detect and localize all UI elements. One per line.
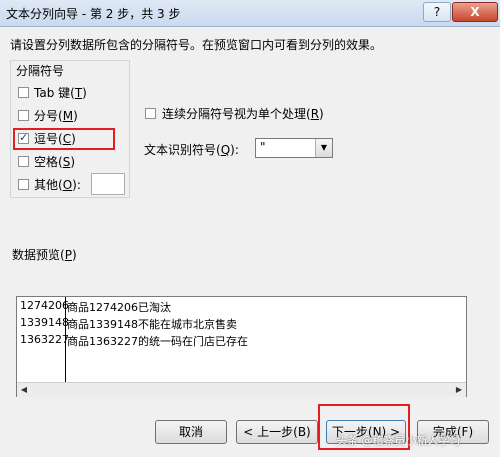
semicolon-label[interactable]: 分号(M) <box>34 107 78 124</box>
scroll-left-icon[interactable]: ◀ <box>17 383 31 397</box>
delimiters-legend: 分隔符号 <box>14 62 67 79</box>
preview-cell: 1363227 <box>20 333 69 346</box>
preview-cell: 1274206 <box>20 299 69 312</box>
preview-cell: 商品1363227的统一码在门店已存在 <box>67 335 248 348</box>
comma-checkbox[interactable] <box>18 131 29 144</box>
other-delimiter-input[interactable] <box>91 173 125 195</box>
window-title: 文本分列向导 - 第 2 步，共 3 步 <box>6 7 181 21</box>
horizontal-scrollbar[interactable]: ◀ ▶ <box>17 382 466 397</box>
watermark-text: 头条 @稽察员小新人学习 <box>336 434 461 447</box>
space-label[interactable]: 空格(S) <box>34 153 75 170</box>
instruction-text: 请设置分列数据所包含的分隔符号。在预览窗口内可看到分列的效果。 <box>10 38 383 52</box>
semicolon-checkbox[interactable] <box>18 110 29 121</box>
text-qualifier-label: 文本识别符号(Q): <box>144 143 239 157</box>
text-qualifier-value: " <box>260 140 266 154</box>
consecutive-checkbox[interactable] <box>145 108 156 119</box>
other-label[interactable]: 其他(O): <box>34 176 81 193</box>
tab-label[interactable]: Tab 键(T) <box>34 84 87 101</box>
space-checkbox[interactable] <box>18 156 29 167</box>
title-bar: 文本分列向导 - 第 2 步，共 3 步 ? X <box>0 0 500 27</box>
chevron-down-icon[interactable]: ▼ <box>315 139 332 157</box>
preview-label: 数据预览(P) <box>12 248 77 262</box>
back-button[interactable]: < 上一步(B) <box>236 420 318 444</box>
preview-cell: 商品1274206已淘汰 <box>67 301 171 314</box>
close-button[interactable]: X <box>452 2 498 22</box>
scroll-right-icon[interactable]: ▶ <box>452 383 466 397</box>
text-qualifier-select[interactable]: " ▼ <box>255 138 333 158</box>
tab-checkbox[interactable] <box>18 87 29 98</box>
other-checkbox[interactable] <box>18 179 29 190</box>
preview-cell: 1339148 <box>20 316 69 329</box>
help-button[interactable]: ? <box>423 2 451 22</box>
preview-cell: 商品1339148不能在城市北京售卖 <box>67 318 237 331</box>
comma-label[interactable]: 逗号(C) <box>34 130 76 147</box>
consecutive-label[interactable]: 连续分隔符号视为单个处理(R) <box>162 105 324 122</box>
cancel-button[interactable]: 取消 <box>155 420 227 444</box>
